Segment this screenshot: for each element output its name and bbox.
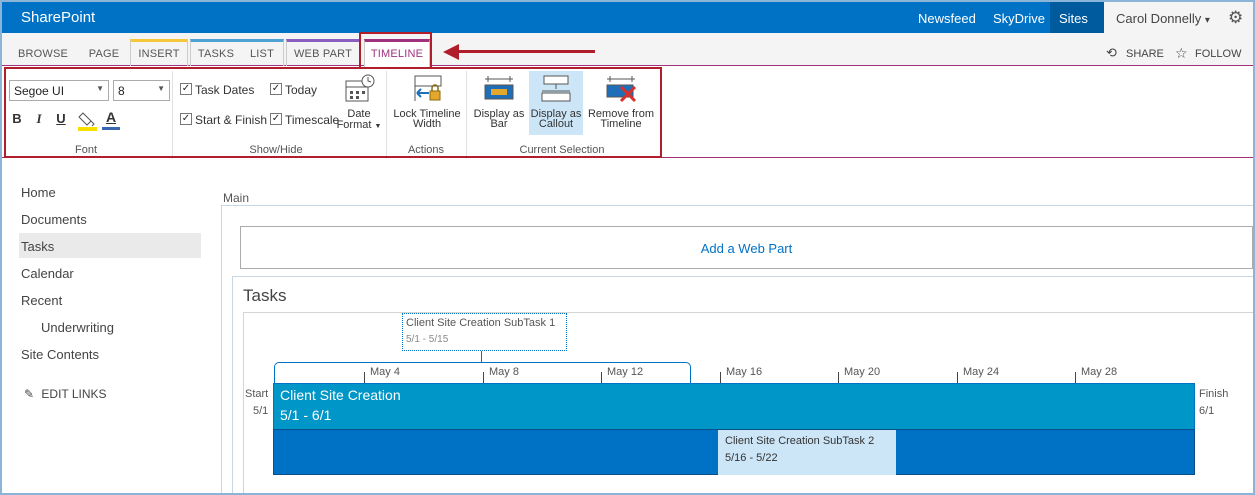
add-web-part-label: Add a Web Part <box>700 241 793 256</box>
tab-page[interactable]: PAGE <box>82 39 126 66</box>
subtask-name: Client Site Creation SubTask 2 <box>725 435 875 447</box>
nav-item-documents[interactable]: Documents <box>21 212 87 227</box>
annotation-timeline-tab-highlight <box>359 32 432 69</box>
timeline-start-date: 5/1 <box>253 405 269 417</box>
nav-item-calendar[interactable]: Calendar <box>21 266 74 281</box>
tick-mark <box>483 372 484 383</box>
subtask-dates: 5/16 - 5/22 <box>725 452 778 464</box>
nav-item-recent[interactable]: Recent <box>21 293 62 308</box>
nav-item-underwriting[interactable]: Underwriting <box>41 320 114 335</box>
tick-label: May 16 <box>726 366 763 378</box>
main-task-name: Client Site Creation <box>280 387 401 403</box>
brand-logo[interactable]: SharePoint <box>21 9 95 26</box>
tick-mark <box>1075 372 1076 383</box>
tab-browse[interactable]: BROWSE <box>12 39 74 66</box>
annotation-arrow-head <box>443 44 459 60</box>
suite-bar: SharePoint Newsfeed SkyDrive Sites Carol… <box>2 2 1253 33</box>
tick-label: May 4 <box>370 366 400 378</box>
tick-mark <box>838 372 839 383</box>
tick-label: May 8 <box>489 366 519 378</box>
nav-item-tasks[interactable]: Tasks <box>21 239 54 254</box>
edit-links-label: EDIT LINKS <box>41 387 107 401</box>
user-menu[interactable]: Carol Donnelly ▾ <box>1104 2 1221 33</box>
share-icon[interactable]: ⟲ <box>1106 45 1117 61</box>
chevron-down-icon: ▾ <box>1204 15 1210 26</box>
zone-label: Main <box>223 191 250 205</box>
web-part-title[interactable]: Tasks <box>243 286 286 306</box>
share-button[interactable]: SHARE <box>1126 48 1164 60</box>
star-icon[interactable]: ☆ <box>1175 45 1188 62</box>
nav-item-site-contents[interactable]: Site Contents <box>21 347 99 362</box>
pencil-icon: ✎ <box>24 387 35 401</box>
sites-link[interactable]: Sites <box>1059 11 1088 26</box>
ribbon-tab-bar: BROWSE PAGE INSERT TASKS LIST WEB PART T… <box>2 33 1253 67</box>
tab-list[interactable]: LIST <box>244 39 280 66</box>
tick-mark <box>720 372 721 383</box>
timeline-finish-date: 6/1 <box>1199 405 1215 417</box>
annotation-arrow-line <box>457 50 595 53</box>
tick-mark <box>364 372 365 383</box>
timeline-bar-subtask-2[interactable]: Client Site Creation SubTask 2 5/16 - 5/… <box>718 430 896 475</box>
follow-button[interactable]: FOLLOW <box>1195 48 1241 60</box>
tick-label: May 24 <box>963 366 1000 378</box>
newsfeed-link[interactable]: Newsfeed <box>918 11 976 26</box>
user-name: Carol Donnelly <box>1116 11 1202 26</box>
timeline-callout-subtask-1[interactable]: Client Site Creation SubTask 1 5/1 - 5/1… <box>402 313 567 351</box>
callout-task-name: Client Site Creation SubTask 1 <box>406 317 556 329</box>
timeline-bar-main-task[interactable]: Client Site Creation 5/1 - 6/1 <box>273 383 1195 429</box>
timeline-finish-label: Finish <box>1199 388 1229 400</box>
tick-label: May 12 <box>607 366 644 378</box>
annotation-ribbon-highlight <box>4 67 662 158</box>
tick-label: May 20 <box>844 366 881 378</box>
tab-tasks[interactable]: TASKS <box>194 39 238 66</box>
tab-web-part[interactable]: WEB PART <box>286 39 360 66</box>
tick-mark <box>601 372 602 383</box>
tick-label: May 28 <box>1081 366 1118 378</box>
skydrive-link[interactable]: SkyDrive <box>993 11 1045 26</box>
tab-insert[interactable]: INSERT <box>130 39 188 66</box>
add-web-part-button[interactable]: Add a Web Part <box>240 226 1253 269</box>
edit-links-button[interactable]: ✎ EDIT LINKS <box>24 387 107 401</box>
tick-mark <box>957 372 958 383</box>
gear-icon[interactable]: ⚙ <box>1228 8 1243 28</box>
nav-item-home[interactable]: Home <box>21 185 56 200</box>
callout-task-dates: 5/1 - 5/15 <box>406 334 449 345</box>
main-task-dates: 5/1 - 6/1 <box>280 407 332 423</box>
timeline-start-label: Start <box>245 388 269 400</box>
